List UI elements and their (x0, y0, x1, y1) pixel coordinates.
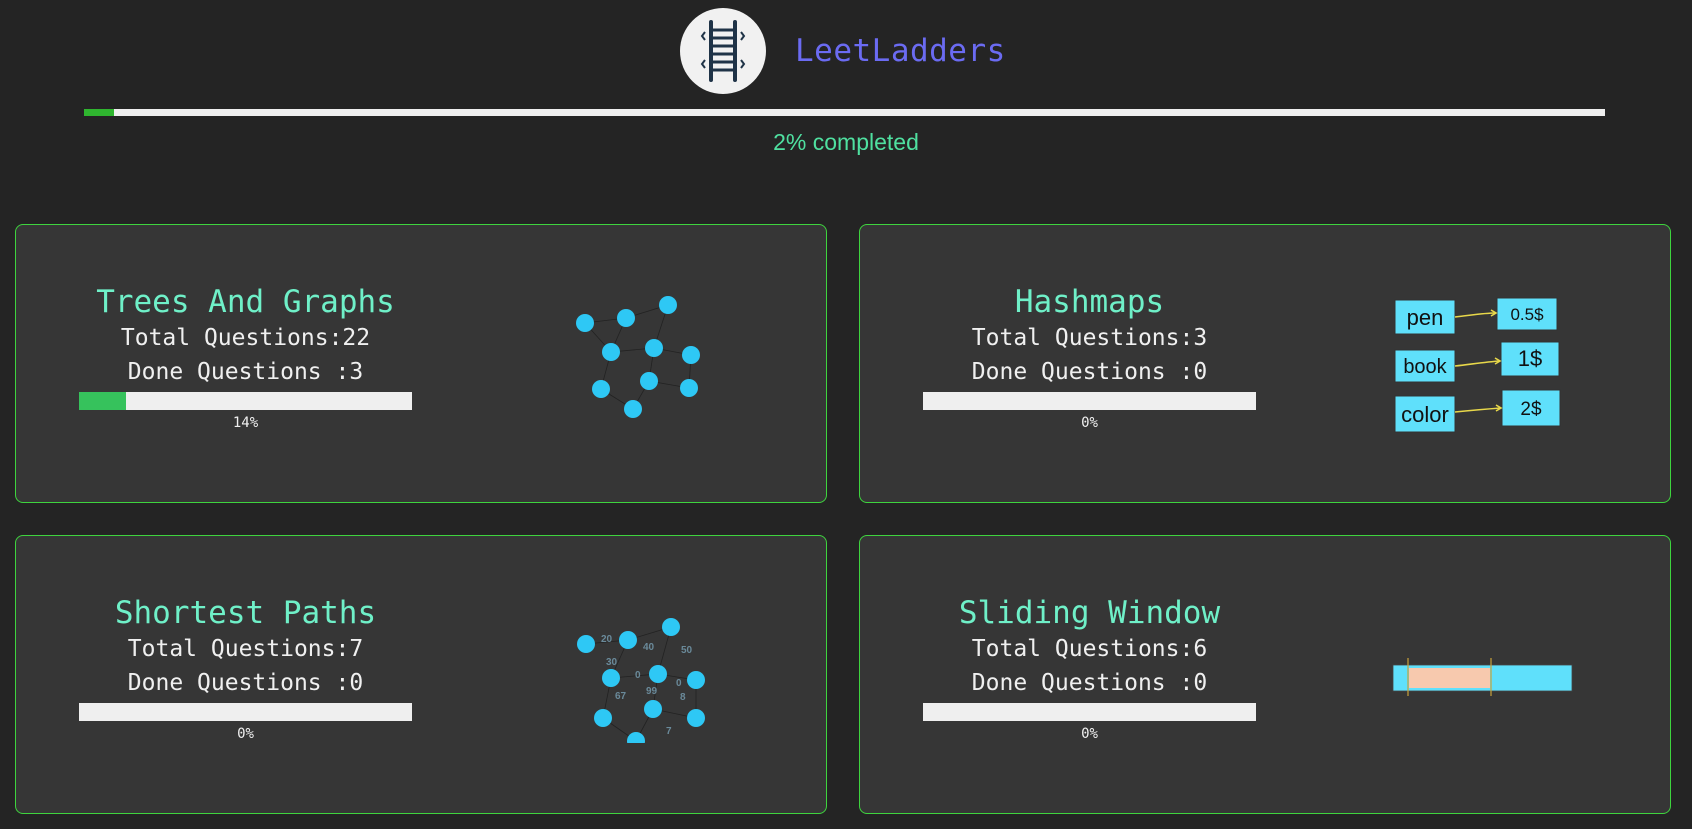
card-title: Shortest Paths (114, 595, 377, 631)
topic-card-sliding-window[interactable]: Sliding Window Total Questions:6 Done Qu… (859, 535, 1671, 814)
edge-weight: 40 (643, 642, 655, 653)
done-questions: Done Questions :0 (971, 359, 1208, 385)
edge-weight: 0 (635, 670, 641, 681)
edge-weight: 0 (676, 678, 682, 689)
overall-progress-bar (84, 109, 1605, 116)
done-questions: Done Questions :0 (127, 670, 364, 696)
hashmap-value: 2$ (1520, 399, 1542, 420)
hashmap-illustration: pen book color 0.5$ 1$ 2$ (1394, 297, 1561, 433)
edge-weight: 99 (646, 686, 658, 697)
card-progress-bar (79, 392, 412, 410)
card-progress-bar (79, 703, 412, 721)
header: LeetLadders 2% completed (0, 0, 1692, 170)
total-questions: Total Questions:22 (120, 325, 371, 351)
sliding-window-illustration (1392, 658, 1573, 696)
topic-card-trees-and-graphs[interactable]: Trees And Graphs Total Questions:22 Done… (15, 224, 827, 503)
done-questions: Done Questions :3 (127, 359, 364, 385)
total-questions: Total Questions:3 (971, 325, 1208, 351)
total-questions: Total Questions:7 (127, 636, 364, 662)
hashmap-key: pen (1407, 305, 1444, 330)
brand-title[interactable]: LeetLadders (795, 33, 1006, 69)
ladder-icon[interactable] (680, 8, 766, 94)
card-title: Sliding Window (958, 595, 1221, 631)
edge-weight: 20 (601, 634, 613, 645)
total-questions: Total Questions:6 (971, 636, 1208, 662)
hashmap-key: book (1403, 356, 1447, 378)
done-questions: Done Questions :0 (971, 670, 1208, 696)
card-progress-bar (923, 392, 1256, 410)
edge-weight: 7 (666, 726, 672, 737)
card-info: Shortest Paths Total Questions:7 Done Qu… (79, 594, 412, 744)
topic-card-shortest-paths[interactable]: Shortest Paths Total Questions:7 Done Qu… (15, 535, 827, 814)
card-progress-label: 0% (1081, 415, 1098, 431)
hashmap-key: color (1401, 402, 1449, 427)
card-progress-fill (79, 392, 126, 410)
edge-weight: 67 (615, 691, 627, 702)
overall-progress-fill (84, 109, 115, 116)
card-progress-label: 0% (1081, 726, 1098, 742)
weighted-graph-illustration: 20 40 50 30 0 0 99 67 8 7 (577, 618, 705, 743)
card-progress-label: 0% (237, 726, 254, 742)
card-info: Trees And Graphs Total Questions:22 Done… (79, 283, 412, 433)
card-title: Trees And Graphs (96, 284, 395, 320)
topic-card-hashmaps[interactable]: Hashmaps Total Questions:3 Done Question… (859, 224, 1671, 503)
hashmap-value: 1$ (1518, 346, 1542, 371)
graph-illustration (576, 296, 700, 418)
card-progress-label: 14% (232, 415, 259, 431)
hashmap-value: 0.5$ (1510, 305, 1544, 324)
overall-progress-label: 2% completed (773, 129, 919, 155)
edge-weight: 30 (606, 657, 618, 668)
card-title: Hashmaps (1014, 284, 1165, 320)
card-info: Sliding Window Total Questions:6 Done Qu… (923, 594, 1256, 744)
card-info: Hashmaps Total Questions:3 Done Question… (923, 283, 1256, 433)
card-progress-bar (923, 703, 1256, 721)
edge-weight: 50 (681, 645, 693, 656)
edge-weight: 8 (680, 692, 686, 703)
